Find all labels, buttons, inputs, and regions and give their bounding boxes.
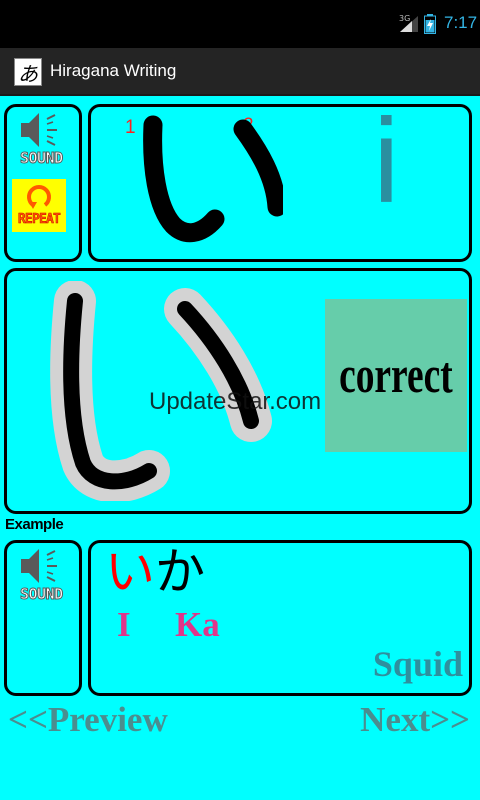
example-meaning: Squid [372,644,463,684]
sound-label: SOUND [20,149,64,168]
result-box: correct [325,299,467,452]
example-heading: Example [5,516,64,533]
example-sound-label: SOUND [20,585,64,604]
app-icon: あ [14,58,42,86]
app-title: Hiragana Writing [50,61,177,80]
next-button[interactable]: Next>> [360,700,470,740]
battery-icon [424,14,436,34]
example-romaji-1: I [117,605,131,644]
speaker-icon [21,549,57,583]
example-romaji-2: Ka [175,605,220,644]
character-panel: 1 2 i [88,94,472,262]
speaker-icon [21,113,57,147]
app-icon-glyph: あ [18,61,38,86]
example-sound-button[interactable]: SOUND [12,543,76,613]
example-controls-panel: SOUND [4,540,82,696]
example-word-panel: いか I Ka Squid [88,540,472,696]
example-kana-rest: か [155,543,205,601]
repeat-button[interactable]: REPEAT [12,179,66,232]
action-bar: あ Hiragana Writing [0,48,480,96]
clock: 7:17 [444,13,478,32]
watermark: UpdateStar.com [149,388,322,415]
result-text: correct [339,347,453,404]
status-bar: 3G 7:17 [0,0,480,48]
signal-icon [400,16,418,32]
romaji-display: i [373,94,400,228]
lesson-controls-panel: SOUND REPEAT [4,104,82,262]
sound-button[interactable]: SOUND [12,107,76,177]
example-kana-highlight: い [105,543,155,601]
kana-character-image [143,115,283,243]
repeat-icon [27,185,51,209]
drawing-canvas[interactable]: correct UpdateStar.com [4,268,472,514]
preview-button[interactable]: <<Preview [8,700,168,740]
repeat-label: REPEAT [17,212,61,228]
example-kana: いか [105,547,205,597]
